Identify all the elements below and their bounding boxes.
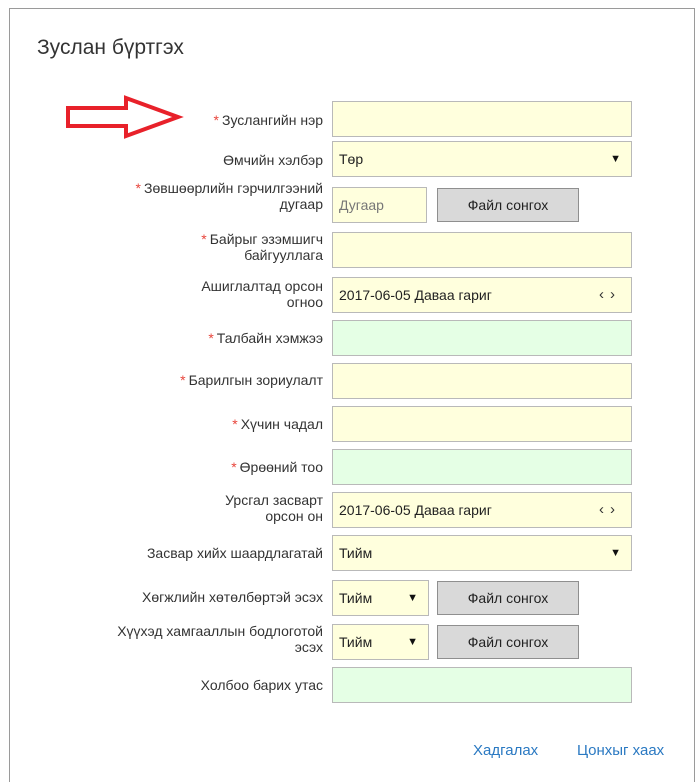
capacity-input[interactable] [332, 406, 632, 442]
area-size-input[interactable] [332, 320, 632, 356]
dev-program-file-button[interactable]: Файл сонгох [437, 581, 579, 615]
repair-needed-label: Засвар хийх шаардлагатай [146, 545, 323, 561]
permit-placeholder: Дугаар [339, 197, 384, 213]
child-policy-file-button[interactable]: Файл сонгох [437, 625, 579, 659]
area-size-label: * Талбайн хэмжээ [208, 330, 323, 346]
building-purpose-label: * Барилгын зориулалт [180, 372, 323, 388]
child-policy-label: Хүүхэд хамгааллын бодлоготой эсэх [117, 623, 323, 655]
name-input[interactable] [332, 101, 632, 137]
ownership-value: Төр [339, 151, 364, 167]
child-policy-value: Тийм [339, 634, 373, 650]
ownership-label: Өмчийн хэлбэр [223, 152, 323, 168]
phone-label: Холбоо барих утас [200, 677, 323, 693]
caret-down-icon: ▼ [610, 153, 621, 165]
ownership-select[interactable]: Төр ▼ [332, 141, 632, 177]
holder-org-label: * Байрыг эзэмшигч байгууллага [201, 231, 323, 263]
dev-program-select[interactable]: Тийм ▼ [332, 580, 429, 616]
dev-program-value: Тийм [339, 590, 373, 606]
caret-down-icon: ▼ [407, 592, 418, 604]
phone-input[interactable] [332, 667, 632, 703]
save-link[interactable]: Хадгалах [473, 742, 538, 759]
permit-file-button[interactable]: Файл сонгох [437, 188, 579, 222]
dialog-title: Зуслан бүртгэх [37, 36, 184, 59]
commission-date-label: Ашиглалтад орсон огноо [201, 278, 323, 310]
room-count-input[interactable] [332, 449, 632, 485]
commission-date-value: 2017-06-05 Даваа гариг [339, 287, 492, 303]
chevron-left-icon[interactable]: ‹ [599, 501, 610, 518]
child-policy-select[interactable]: Тийм ▼ [332, 624, 429, 660]
dev-program-label: Хөгжлийн хөтөлбөртэй эсэх [141, 589, 323, 605]
chevron-right-icon[interactable]: › [610, 286, 621, 303]
holder-org-input[interactable] [332, 232, 632, 268]
permit-number-input[interactable]: Дугаар [332, 187, 427, 223]
chevron-left-icon[interactable]: ‹ [599, 286, 610, 303]
caret-down-icon: ▼ [407, 636, 418, 648]
capacity-label: * Хүчин чадал [232, 416, 323, 432]
commission-date-picker[interactable]: 2017-06-05 Даваа гариг ‹› [332, 277, 632, 313]
repair-year-value: 2017-06-05 Даваа гариг [339, 502, 492, 518]
close-window-link[interactable]: Цонхыг хаах [577, 742, 664, 759]
caret-down-icon: ▼ [610, 547, 621, 559]
permit-label: * Зөвшөөрлийн гэрчилгээний дугаар [135, 180, 323, 212]
building-purpose-input[interactable] [332, 363, 632, 399]
name-label: * Зуслангийн нэр [213, 112, 323, 128]
room-count-label: * Өрөөний тоо [231, 459, 323, 475]
chevron-right-icon[interactable]: › [610, 501, 621, 518]
repair-needed-select[interactable]: Тийм ▼ [332, 535, 632, 571]
repair-year-picker[interactable]: 2017-06-05 Даваа гариг ‹› [332, 492, 632, 528]
repair-needed-value: Тийм [339, 545, 373, 561]
repair-year-label: Урсгал засварт орсон он [225, 492, 323, 524]
